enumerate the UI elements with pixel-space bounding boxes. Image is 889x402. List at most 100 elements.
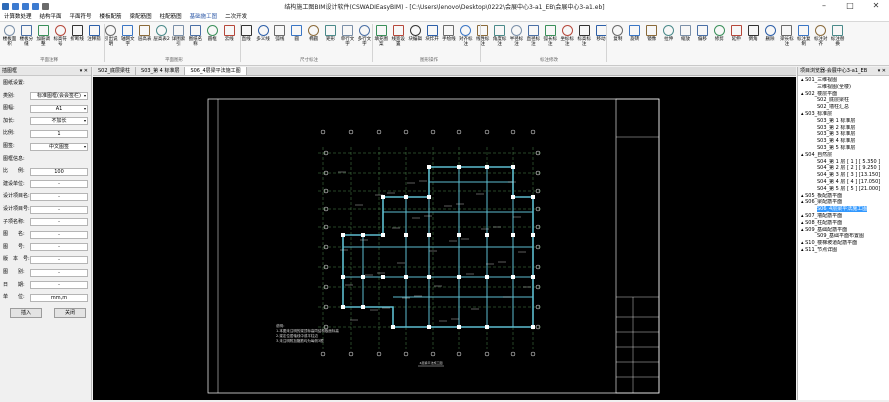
ribbon-button[interactable]: 层高表 [137,24,152,54]
ribbon-button[interactable]: 标注复制 [796,24,811,54]
field-input[interactable]: - [30,180,88,189]
ribbon-button[interactable]: 线性标注 [475,24,490,54]
tree-folder[interactable]: ▴ S10_楼梯坡道配筋平面 [798,240,889,247]
tree-item[interactable]: S03_第 3 标准层 [798,131,889,138]
new-icon[interactable] [12,2,19,10]
tree-item[interactable]: S03_第 5 标准层 [798,145,889,152]
menu-item[interactable]: 平面符号 [66,12,96,21]
field-dropdown[interactable]: 标准图框(会会签栏) ▾ [30,92,88,101]
maximize-button[interactable]: □ [837,0,863,12]
close-button[interactable]: ✕ [863,0,889,12]
ribbon-button[interactable]: 镜像 [644,24,659,54]
ribbon-button[interactable]: 拉伸 [661,24,676,54]
ribbon-button[interactable]: 直径标注 [526,24,541,54]
ribbon-button[interactable]: 弧长标注 [543,24,558,54]
panel-pin-close-icon[interactable]: ▾ ✕ [80,67,88,76]
tab-document[interactable]: S03_第 4 标准层 [136,67,186,75]
undo-icon[interactable] [42,2,49,10]
ribbon-button[interactable]: 注释箭 [87,24,102,54]
ribbon-button[interactable]: 填充图案 [374,24,389,54]
insert-button[interactable]: 插入 [10,308,42,318]
ribbon-button[interactable]: 多行文字 [357,24,372,54]
ribbon-button[interactable]: 旋转 [627,24,642,54]
cad-drawing[interactable]: 说明： 1.本图未注明的梁顶标高同结构板面标高 2.梁定位居轴线中或平柱边 3.未注明… [93,77,796,400]
tree-folder[interactable]: ▴ S03_标准层 [798,111,889,118]
tree-item[interactable]: S06_4层梁平法施工图 [798,206,889,213]
menu-item[interactable]: 计算数处理 [0,12,36,21]
tree-item[interactable]: S04_第 4 层 [ 4 ] [17.050] [798,179,889,186]
ribbon-button[interactable]: 梁长标注 [779,24,794,54]
tree-item[interactable]: S04_第 3 层 [ 3 ] [13.150] [798,172,889,179]
field-input[interactable]: - [30,255,88,264]
ribbon-button[interactable]: 多义线 [256,24,271,54]
panel-pin-close-icon[interactable]: ▾ ✕ [878,67,886,76]
ribbon-button[interactable]: 手绘线 [441,24,456,54]
field-input[interactable]: - [30,218,88,227]
ribbon-button[interactable]: 删除 [763,24,778,54]
menu-item[interactable]: 楼板配筋 [96,12,126,21]
tree-item[interactable]: 三维视图(全楼) [798,84,889,91]
field-input[interactable]: 1 [30,129,88,138]
field-input[interactable]: - [30,205,88,214]
close-panel-button[interactable]: 关闭 [54,308,86,318]
tree-folder[interactable]: ▴ S11_节点详图 [798,247,889,254]
tab-document-active[interactable]: S06_4层梁平法施工图 [185,67,247,75]
field-input[interactable]: - [30,230,88,239]
tree-folder[interactable]: ▴ S08_柱配筋平面 [798,220,889,227]
save-icon[interactable] [32,2,39,10]
tree-folder[interactable]: ▴ S01_三维视图 [798,77,889,84]
tree-item[interactable]: S03_第 1 标准层 [798,118,889,125]
field-dropdown[interactable]: A1 ▾ [30,104,88,113]
tree-item[interactable]: S09_基础平面布置图 [798,233,889,240]
ribbon-button[interactable]: 图纸名称 [188,24,203,54]
tree-folder[interactable]: ▴ S05_板配筋平面 [798,193,889,200]
ribbon-button[interactable]: 缩放 [678,24,693,54]
tree-folder[interactable]: ▴ S04_自然层 [798,152,889,159]
field-input[interactable]: mm,m [30,293,88,302]
field-input[interactable]: - [30,268,88,277]
field-dropdown[interactable]: 不加长 ▾ [30,117,88,126]
ribbon-button[interactable]: 轴网文字 [120,24,135,54]
ribbon-button[interactable]: 单行文字 [340,24,355,54]
ribbon-button[interactable]: 倒角 [746,24,761,54]
tree-folder[interactable]: ▴ S02_楼层平面 [798,91,889,98]
ribbon-button[interactable]: 坐标标注 [560,24,575,54]
tree-item[interactable]: S04_第 1 层 [ 1 ] [ 5.350 ] [798,159,889,166]
field-input[interactable]: 100 [30,167,88,176]
field-input[interactable]: - [30,243,88,252]
ribbon-button[interactable]: 复制 [610,24,625,54]
tab-document[interactable]: S02_底层梁柱 [93,67,137,75]
menu-item[interactable]: 二次开发 [221,12,251,21]
menu-item[interactable]: 结构平面 [36,12,66,21]
tree-folder[interactable]: ▴ S06_梁配筋平面 [798,199,889,206]
ribbon-button[interactable]: 块炸开 [425,24,440,54]
tree-folder[interactable]: ▴ S07_墙配筋平面 [798,213,889,220]
tree-item[interactable]: S02_底层梁柱 [798,97,889,104]
ribbon-button[interactable]: 延伸 [729,24,744,54]
ribbon-button[interactable]: 半径标注 [509,24,524,54]
ribbon-button[interactable]: 线宽设置 [391,24,406,54]
ribbon-button[interactable]: 圆 [289,24,304,54]
ribbon-button[interactable]: 标高符号 [53,24,68,54]
ribbon-button[interactable]: 修剪 [712,24,727,54]
ribbon-button[interactable]: 弧线 [272,24,287,54]
tree-item[interactable]: S04_第 5 层 [ 5 ] [21.000] [798,186,889,193]
ribbon-button[interactable]: 标注对齐 [813,24,828,54]
ribbon-button[interactable]: 加筋调整 [36,24,51,54]
ribbon-button[interactable]: 标高标注 [577,24,592,54]
ribbon-button[interactable]: 标注替换 [830,24,845,54]
ribbon-button[interactable]: 云线 [222,24,237,54]
drawing-canvas[interactable]: 说明： 1.本图未注明的梁顶标高同结构板面标高 2.梁定位居轴线中或平柱边 3.未注明… [93,77,796,400]
ribbon-button[interactable]: 矩形 [323,24,338,54]
ribbon-button[interactable]: 对齐标注 [458,24,473,54]
tree-item[interactable]: S02_墙柱汇总 [798,104,889,111]
ribbon-button[interactable]: 圆框 [205,24,220,54]
menu-item[interactable]: 柱配筋图 [156,12,186,21]
ribbon-button[interactable]: 折断线 [70,24,85,54]
ribbon-button[interactable]: 楼板分缝 [19,24,34,54]
ribbon-button[interactable]: 楼板面积 [2,24,17,54]
open-icon[interactable] [22,2,29,10]
ribbon-button[interactable]: 详图索引 [171,24,186,54]
field-input[interactable]: - [30,192,88,201]
tree-item[interactable]: S03_第 2 标准层 [798,125,889,132]
